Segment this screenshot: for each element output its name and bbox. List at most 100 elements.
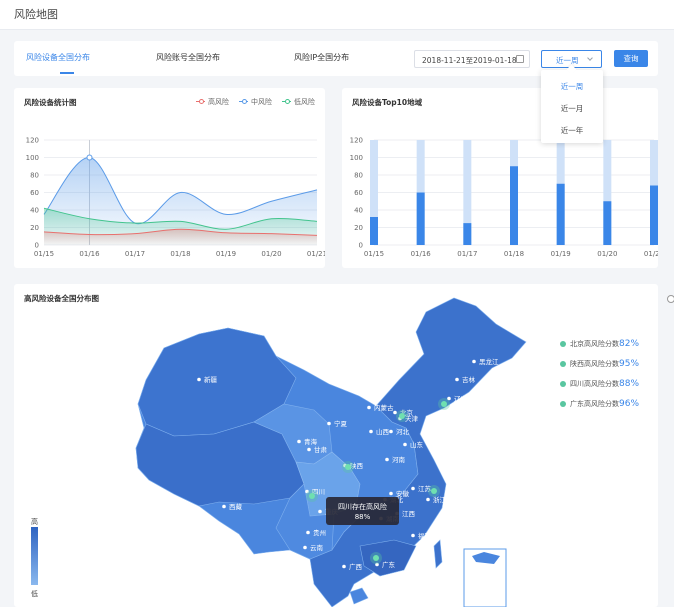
city-dot [297,439,301,444]
query-button[interactable]: 查询 [614,50,648,67]
y-tick-label: 60 [354,189,363,197]
y-tick-label: 120 [26,137,39,145]
city-dot [197,377,201,382]
province-label[interactable]: 甘肃 [314,445,328,454]
color-scale-bar[interactable] [31,527,38,585]
city-dot [426,497,430,502]
city-dot [411,533,415,538]
risk-marker[interactable] [431,488,437,494]
range-option-year[interactable]: 近一年 [541,125,603,136]
range-option-month[interactable]: 近一月 [541,103,603,114]
risk-marker[interactable] [441,401,447,407]
province-label[interactable]: 江西 [402,510,416,518]
province-label[interactable]: 宁夏 [334,419,348,428]
province-label[interactable]: 山西 [376,427,390,436]
province-label[interactable]: 山东 [410,440,424,449]
province-label[interactable]: 黑龙江 [479,357,499,366]
china-risk-map[interactable]: 新疆西藏青海甘肃宁夏内蒙古陕西山西河北北京天津辽宁吉林黑龙江山东河南湖北江苏安徽… [14,284,658,607]
y-tick-label: 20 [354,224,363,232]
legend-value: 95% [619,359,640,369]
city-dot [222,504,226,509]
y-tick-label: 40 [354,207,363,215]
x-tick-label: 01/16 [79,250,100,258]
city-dot [455,377,459,382]
bar[interactable] [463,223,472,245]
map-region-taiwan[interactable] [433,539,443,569]
y-tick-label: 60 [30,189,39,197]
top10-chart-panel: 风险设备Top10地域 0 20 40 60 80 100 120 01/15 01/16 01/… [342,88,658,268]
bar[interactable] [603,201,612,245]
province-label[interactable]: 辽宁 [454,394,468,403]
x-tick-label: 01/20 [261,250,281,258]
province-label[interactable]: 内蒙古 [374,403,394,412]
legend-dot-icon [560,380,566,387]
province-label[interactable]: 广东 [382,560,396,569]
city-dot [403,442,407,447]
x-tick-label: 01/18 [170,250,190,258]
legend-label: 北京高风险分数 [570,340,619,348]
legend-dot-icon [560,340,566,347]
x-tick-label: 01/19 [551,250,571,258]
tab-device-distribution[interactable]: 风险设备全国分布 [26,52,90,63]
bar[interactable] [510,166,518,245]
calendar-icon [516,55,524,63]
province-label[interactable]: 西藏 [229,502,243,511]
risk-marker[interactable] [345,464,351,470]
city-dot [367,405,371,410]
side-handle-icon[interactable] [667,295,674,303]
x-tick-label: 01/20 [597,250,617,258]
y-tick-label: 80 [354,172,363,180]
province-label[interactable]: 吉林 [462,375,476,384]
legend-dot-icon [560,400,566,407]
x-tick-label: 01/16 [411,250,432,258]
title-bar: 风险地图 [0,0,674,30]
city-dot [307,447,311,452]
province-label[interactable]: 青海 [304,437,318,446]
city-dot [385,457,389,462]
risk-marker[interactable] [373,555,379,561]
city-dot [318,509,322,514]
y-tick-label: 120 [350,137,363,145]
active-tab-indicator [60,72,74,74]
bar[interactable] [556,183,565,245]
province-label[interactable]: 贵州 [313,528,326,537]
city-dot [327,421,331,426]
chevron-down-icon [587,55,593,61]
province-label[interactable]: 福建 [418,531,432,540]
province-label[interactable]: 河北 [396,428,410,436]
tab-account-distribution[interactable]: 风险账号全国分布 [156,52,220,63]
x-tick-label: 01/21 [644,250,658,258]
province-label[interactable]: 安徽 [396,489,410,498]
y-tick-label: 100 [26,154,39,162]
province-label[interactable]: 新疆 [204,375,218,384]
x-tick-label: 01/21 [307,250,325,258]
province-label[interactable]: 云南 [310,543,324,552]
risk-marker[interactable] [309,493,315,499]
y-tick-label: 80 [30,172,39,180]
date-range-picker[interactable]: 2018-11-21至2019-01-18 [414,50,530,68]
legend-label: 四川高风险分数 [570,380,619,388]
x-tick-label: 01/15 [364,250,384,258]
scale-high-label: 高 [31,518,38,526]
tab-ip-distribution[interactable]: 风险IP全国分布 [294,52,349,63]
x-tick-label: 01/17 [457,250,477,258]
city-dot [369,429,373,434]
map-region-hainan[interactable] [349,587,369,605]
map-region-tibet[interactable] [135,421,305,507]
city-dot [389,429,393,434]
province-label[interactable]: 河南 [392,455,406,464]
province-label[interactable]: 广西 [349,562,363,571]
bar[interactable] [416,192,425,246]
highlight-point[interactable] [86,154,93,161]
bar[interactable] [370,217,378,245]
bar[interactable] [650,185,658,246]
page-title: 风险地图 [14,8,58,21]
x-tick-label: 01/17 [125,250,145,258]
range-dropdown-menu: 近一周 近一月 近一年 [541,64,603,143]
map-legend-beijing: 北京高风险分数82% [560,339,639,349]
y-tick-label: 100 [350,154,363,162]
y-tick-label: 20 [30,224,39,232]
range-option-week[interactable]: 近一周 [541,81,603,92]
risk-marker[interactable] [399,413,405,419]
scale-low-label: 低 [31,590,38,598]
